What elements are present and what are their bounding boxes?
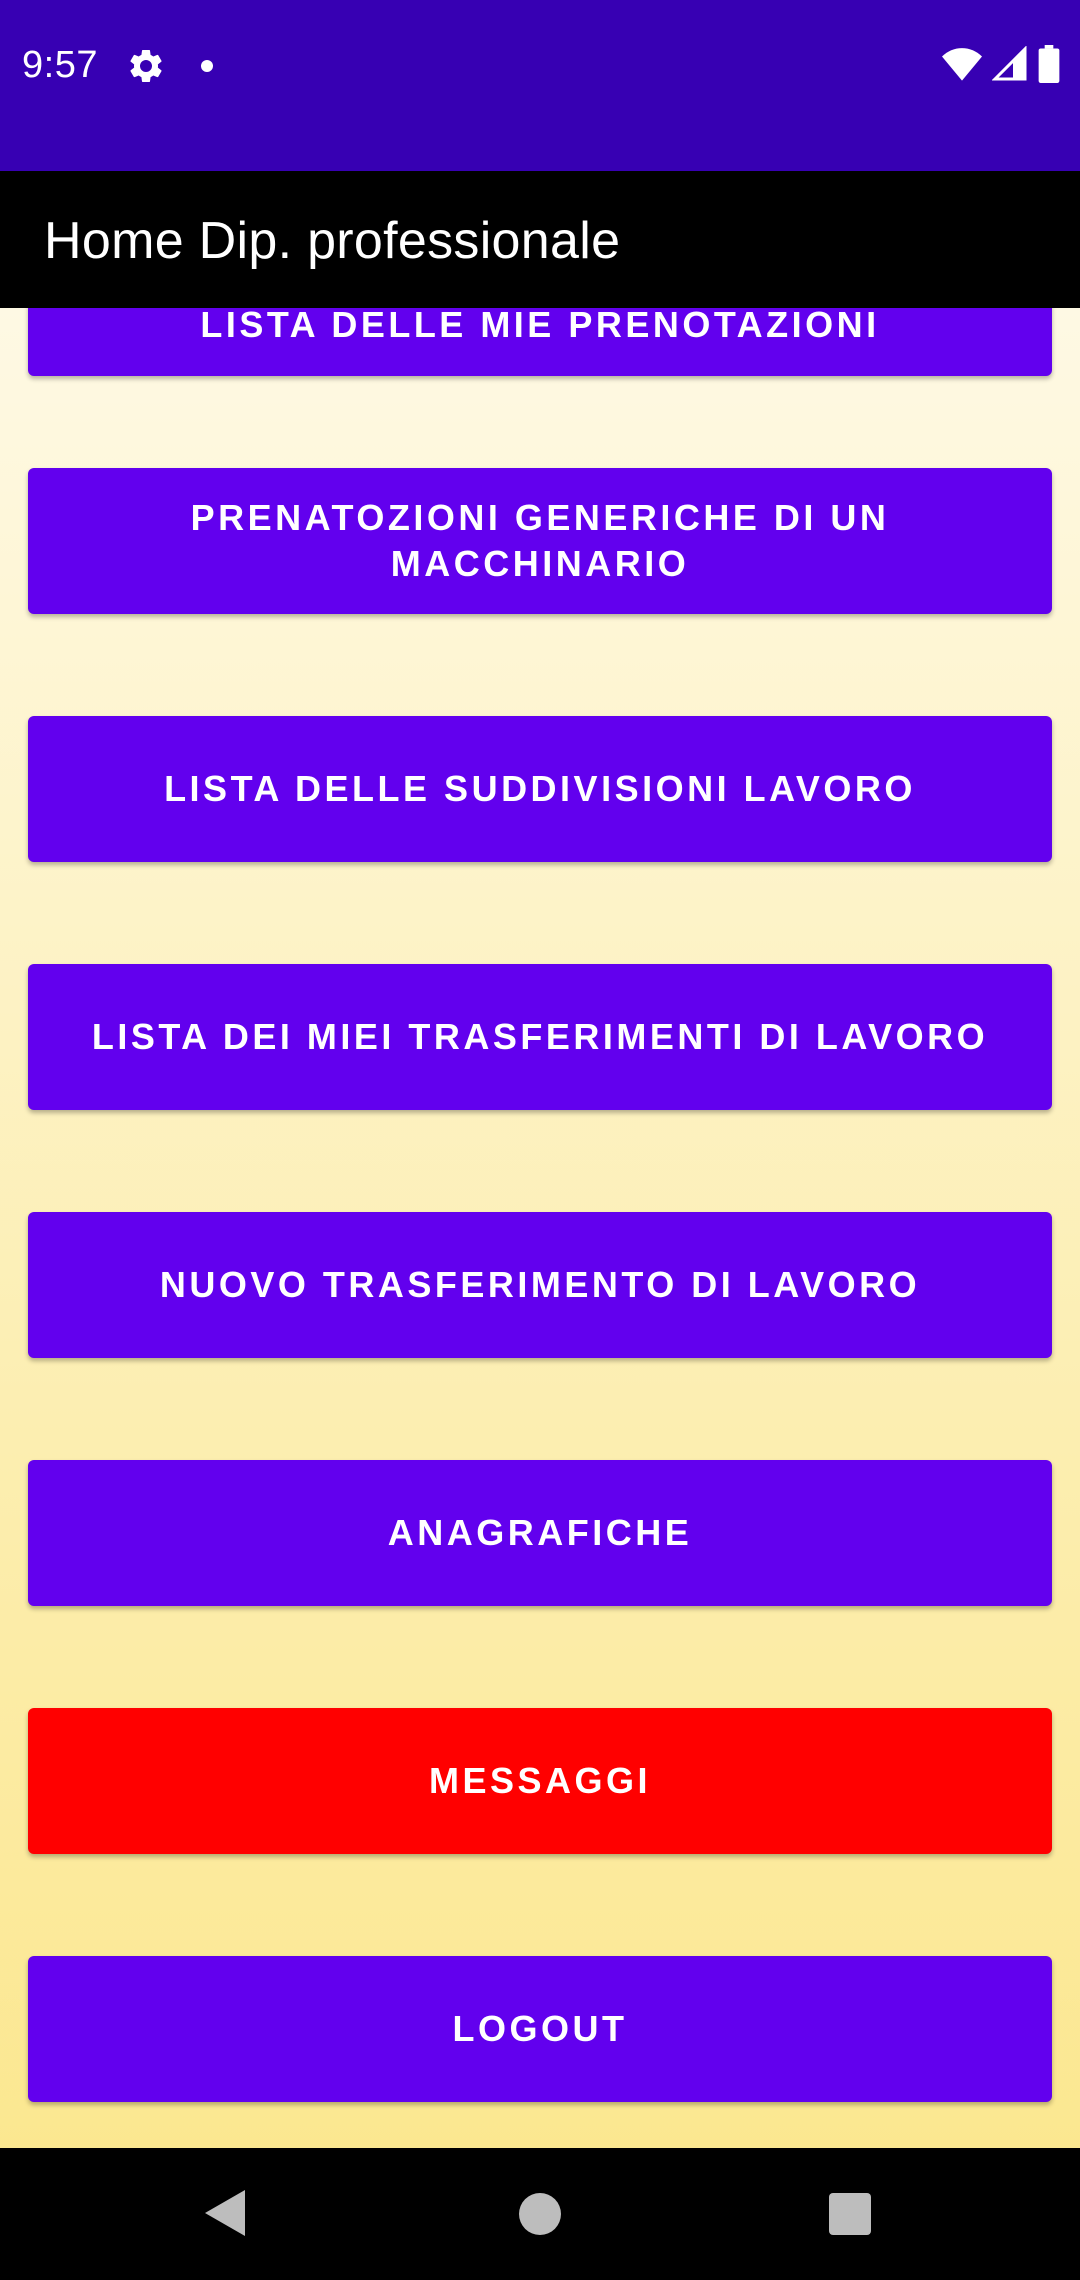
my-work-transfers-list-button[interactable]: LISTA DEI MIEI TRASFERIMENTI DI LAVORO: [28, 964, 1052, 1110]
wifi-icon: [942, 47, 982, 86]
new-work-transfer-button[interactable]: NUOVO TRASFERIMENTO DI LAVORO: [28, 1212, 1052, 1358]
status-time: 9:57: [22, 44, 98, 86]
navigation-bar: [0, 2148, 1080, 2280]
status-bar: 9:57: [0, 0, 1080, 171]
messages-button[interactable]: MESSAGGI: [28, 1708, 1052, 1854]
battery-icon: [1038, 44, 1060, 88]
signal-icon: [991, 44, 1028, 87]
recents-icon[interactable]: [829, 2193, 871, 2235]
notification-dot-icon: [201, 60, 213, 72]
generic-machine-bookings-button[interactable]: PRENATOZIONI GENERICHE DI UN MACCHINARIO: [28, 468, 1052, 614]
button-list[interactable]: LISTA DELLE MIE PRENOTAZIONI PRENATOZION…: [0, 308, 1080, 2148]
home-icon[interactable]: [519, 2193, 561, 2235]
gear-icon: [126, 46, 166, 86]
my-bookings-button[interactable]: LISTA DELLE MIE PRENOTAZIONI: [28, 308, 1052, 376]
work-subdivisions-list-button[interactable]: LISTA DELLE SUDDIVISIONI LAVORO: [28, 716, 1052, 862]
back-icon[interactable]: [205, 2190, 245, 2236]
screen: 9:57 Home Dip. professionale LISTA DELLE…: [0, 0, 1080, 2280]
page-title: Home Dip. professionale: [44, 212, 621, 270]
app-bar: Home Dip. professionale: [0, 171, 1080, 308]
registry-button[interactable]: ANAGRAFICHE: [28, 1460, 1052, 1606]
status-icons: [942, 44, 1060, 88]
logout-button[interactable]: LOGOUT: [28, 1956, 1052, 2102]
